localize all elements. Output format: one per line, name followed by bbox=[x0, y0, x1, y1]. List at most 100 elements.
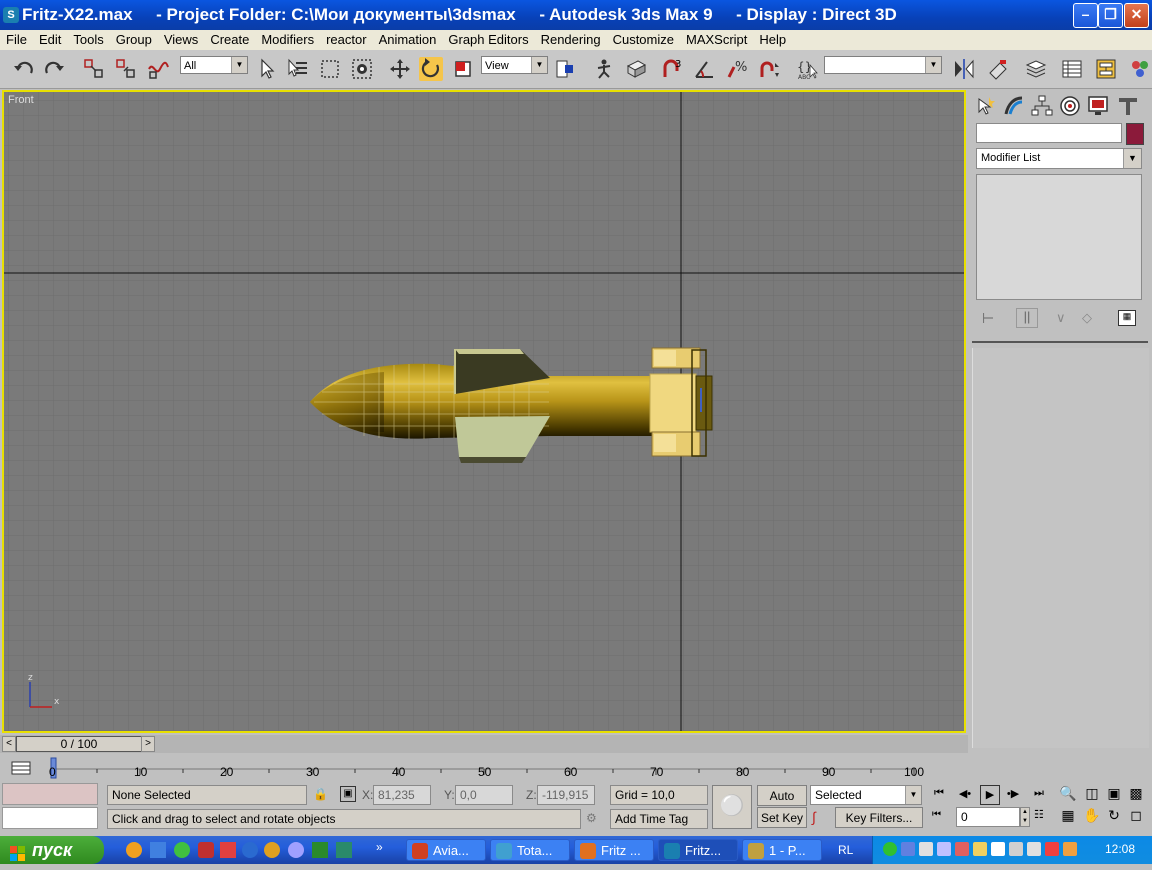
rectangular-selection-region-icon[interactable] bbox=[318, 57, 342, 81]
menu-rendering[interactable]: Rendering bbox=[535, 30, 607, 50]
spinner-snap-icon[interactable] bbox=[758, 57, 782, 81]
select-and-scale-icon[interactable] bbox=[451, 57, 475, 81]
tray-network-icon[interactable] bbox=[901, 842, 915, 856]
viewport-label[interactable]: Front bbox=[8, 94, 34, 106]
y-coordinate-field[interactable]: 0,0 bbox=[455, 785, 513, 805]
object-name-field[interactable] bbox=[976, 123, 1122, 143]
clock[interactable]: 12:08 bbox=[1105, 842, 1135, 856]
taskbar-item-total-commander[interactable]: Tota... bbox=[490, 839, 570, 861]
snaps-toggle-icon[interactable]: 3 bbox=[660, 57, 684, 81]
menu-modifiers[interactable]: Modifiers bbox=[255, 30, 320, 50]
arc-rotate-icon[interactable]: ↻ bbox=[1104, 807, 1124, 827]
start-button[interactable]: пуск bbox=[0, 836, 104, 864]
select-by-name-icon[interactable] bbox=[286, 57, 310, 81]
tray-app8-icon[interactable] bbox=[1063, 842, 1077, 856]
modify-tab-icon[interactable] bbox=[1002, 94, 1026, 118]
pan-view-icon[interactable]: ✋ bbox=[1082, 807, 1102, 827]
taskbar-item-fritz-3dsmax[interactable]: Fritz... bbox=[658, 839, 738, 861]
object-color-swatch[interactable] bbox=[1126, 123, 1144, 145]
time-configuration-icon[interactable]: ☷ bbox=[1034, 808, 1050, 824]
maxscript-output-mini[interactable] bbox=[2, 807, 98, 829]
bind-to-space-warp-icon[interactable] bbox=[146, 57, 170, 81]
set-key-button[interactable]: Set Key bbox=[757, 807, 807, 828]
menu-create[interactable]: Create bbox=[204, 30, 255, 50]
lock-selection-icon[interactable]: 🔒 bbox=[313, 787, 328, 803]
z-coordinate-field[interactable]: -119,915 bbox=[537, 785, 595, 805]
quicklaunch-app3-icon[interactable] bbox=[288, 842, 304, 858]
menu-reactor[interactable]: reactor bbox=[320, 30, 372, 50]
menu-maxscript[interactable]: MAXScript bbox=[680, 30, 753, 50]
zoom-all-icon[interactable]: ◫ bbox=[1082, 785, 1102, 805]
remove-modifier-icon[interactable]: ◇ bbox=[1082, 310, 1092, 326]
time-slider-handle[interactable]: 0 / 100 bbox=[16, 736, 142, 752]
quicklaunch-app-icon[interactable] bbox=[126, 842, 142, 858]
menu-customize[interactable]: Customize bbox=[607, 30, 680, 50]
tray-app5-icon[interactable] bbox=[991, 842, 1005, 856]
unlink-selection-icon[interactable] bbox=[114, 57, 138, 81]
tray-icq-icon[interactable] bbox=[883, 842, 897, 856]
auto-key-button[interactable]: Auto Key bbox=[757, 785, 807, 823]
layer-manager-icon[interactable] bbox=[1024, 57, 1048, 81]
key-filters-button[interactable]: Key Filters... bbox=[835, 807, 923, 828]
utilities-tab-icon[interactable] bbox=[1116, 94, 1140, 118]
absolute-mode-transform-icon[interactable]: ▣ bbox=[340, 786, 356, 802]
taskbar-item-paint[interactable]: 1 - P... bbox=[742, 839, 822, 861]
maximize-viewport-icon[interactable]: ◻ bbox=[1126, 807, 1146, 827]
tray-app6-icon[interactable] bbox=[1009, 842, 1023, 856]
named-selection-sets-dropdown[interactable]: ▼ bbox=[824, 56, 942, 74]
time-slider-track[interactable]: < 0 / 100 > bbox=[0, 735, 968, 753]
current-frame-field[interactable]: 0 bbox=[956, 807, 1020, 827]
key-mode-dropdown[interactable]: Selected ▼ bbox=[810, 785, 922, 805]
close-button[interactable]: ✕ bbox=[1124, 3, 1149, 28]
menu-graph-editors[interactable]: Graph Editors bbox=[442, 30, 534, 50]
undo-icon[interactable] bbox=[12, 57, 36, 81]
restore-button[interactable]: ❐ bbox=[1098, 3, 1123, 28]
key-mode-toggle-icon[interactable]: ⏮ bbox=[932, 809, 948, 825]
field-of-view-icon[interactable]: ▦ bbox=[1058, 807, 1078, 827]
align-icon[interactable] bbox=[986, 57, 1010, 81]
next-frame-icon[interactable]: •▶ bbox=[1004, 787, 1022, 803]
maxscript-listener-mini[interactable] bbox=[2, 783, 98, 805]
material-editor-icon[interactable] bbox=[1128, 57, 1152, 81]
add-time-tag-field[interactable]: Add Time Tag bbox=[610, 809, 708, 829]
zoom-extents-all-icon[interactable]: ▩ bbox=[1126, 785, 1146, 805]
motion-tab-icon[interactable] bbox=[1058, 94, 1082, 118]
configure-modifier-sets-icon[interactable]: ▦ bbox=[1118, 310, 1136, 326]
curve-editor-icon[interactable] bbox=[1060, 57, 1084, 81]
manipulate-icon[interactable] bbox=[592, 57, 616, 81]
quicklaunch-excel-icon[interactable] bbox=[312, 842, 328, 858]
taskbar-item-fritz-folder[interactable]: Fritz ... bbox=[574, 839, 654, 861]
quicklaunch-desktop-icon[interactable] bbox=[150, 842, 166, 858]
percent-snap-icon[interactable]: % bbox=[726, 57, 750, 81]
quicklaunch-player-icon[interactable] bbox=[264, 842, 280, 858]
display-tab-icon[interactable] bbox=[1086, 94, 1110, 118]
create-tab-icon[interactable] bbox=[974, 94, 998, 118]
quicklaunch-ie-icon[interactable] bbox=[242, 842, 258, 858]
taskbar-item-avia[interactable]: Avia... bbox=[406, 839, 486, 861]
zoom-icon[interactable]: 🔍 bbox=[1058, 785, 1078, 805]
go-to-start-icon[interactable]: ⏮ bbox=[930, 787, 948, 803]
quicklaunch-overflow-icon[interactable]: » bbox=[376, 840, 383, 854]
3ds-max-icon[interactable]: S bbox=[3, 7, 19, 23]
tray-app7-icon[interactable] bbox=[1027, 842, 1041, 856]
redo-icon[interactable] bbox=[42, 57, 66, 81]
menu-tools[interactable]: Tools bbox=[67, 30, 109, 50]
default-in-out-tangents-icon[interactable]: ∫ bbox=[812, 809, 832, 829]
quicklaunch-opera-icon[interactable] bbox=[198, 842, 214, 858]
previous-frame-icon[interactable]: ◀• bbox=[956, 787, 974, 803]
go-to-end-icon[interactable]: ⏭ bbox=[1030, 787, 1048, 803]
select-object-icon[interactable] bbox=[256, 57, 280, 81]
language-indicator[interactable]: RL bbox=[838, 841, 866, 859]
select-and-move-icon[interactable] bbox=[388, 57, 412, 81]
quicklaunch-app4-icon[interactable] bbox=[336, 842, 352, 858]
zoom-extents-icon[interactable]: ▣ bbox=[1104, 785, 1124, 805]
x-coordinate-field[interactable]: 81,235 bbox=[373, 785, 431, 805]
set-key-key-icon[interactable]: ⚪— bbox=[712, 785, 752, 857]
schematic-view-icon[interactable] bbox=[1094, 57, 1118, 81]
quicklaunch-app2-icon[interactable] bbox=[220, 842, 236, 858]
angle-snap-icon[interactable] bbox=[693, 57, 717, 81]
menu-views[interactable]: Views bbox=[158, 30, 204, 50]
tray-app-icon[interactable] bbox=[919, 842, 933, 856]
window-crossing-icon[interactable] bbox=[350, 57, 374, 81]
menu-animation[interactable]: Animation bbox=[373, 30, 443, 50]
